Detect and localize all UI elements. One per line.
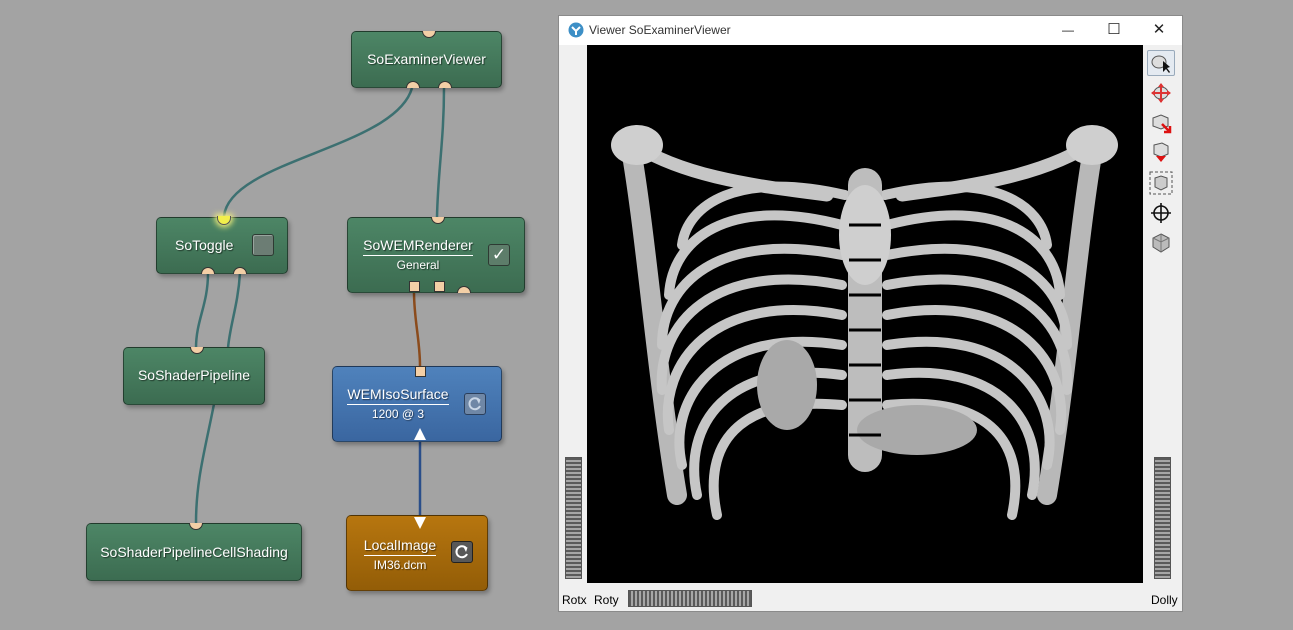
pick-mode-button[interactable] (1147, 50, 1175, 76)
module-so-examiner-viewer[interactable]: SoExaminerViewer (351, 31, 502, 88)
module-wem-iso-surface[interactable]: WEMIsoSurface 1200 @ 3 (332, 366, 502, 442)
rib-cage-rendering (611, 125, 1118, 520)
module-title: SoExaminerViewer (367, 51, 486, 67)
pick-mode-icon (1151, 55, 1170, 73)
module-so-shader-pipeline[interactable]: SoShaderPipeline (123, 347, 265, 405)
roty-label: Roty (594, 593, 619, 607)
input-port-arrow[interactable] (414, 517, 426, 529)
window-titlebar[interactable]: Viewer SoExaminerViewer — ☐ ✕ (559, 16, 1182, 45)
dolly-label: Dolly (1151, 593, 1178, 607)
view-all-button[interactable] (1147, 170, 1175, 196)
maximize-button[interactable]: ☐ (1099, 20, 1129, 40)
close-button[interactable]: ✕ (1144, 20, 1174, 40)
module-local-image[interactable]: LocalImage IM36.dcm (346, 515, 488, 591)
update-button[interactable] (464, 393, 486, 415)
input-port[interactable] (431, 217, 445, 224)
module-title: SoShaderPipeline (137, 367, 251, 383)
dolly-wheel[interactable] (1154, 457, 1171, 579)
input-port[interactable] (190, 347, 204, 354)
output-port[interactable] (409, 281, 420, 292)
reload-button[interactable] (451, 541, 473, 563)
viewer-window: Viewer SoExaminerViewer — ☐ ✕ Rotx Roty … (558, 15, 1183, 612)
set-home-icon (1153, 142, 1169, 162)
output-port[interactable] (233, 267, 247, 274)
window-title: Viewer SoExaminerViewer (589, 23, 731, 37)
sternum (839, 185, 891, 285)
rotx-label: Rotx (562, 593, 587, 607)
refresh-icon (468, 397, 481, 411)
input-port[interactable] (189, 523, 203, 530)
minimize-button[interactable]: — (1053, 20, 1083, 40)
connection-toggle-to-viewer (222, 87, 414, 217)
module-title: SoToggle (175, 237, 234, 253)
view-all-icon (1149, 171, 1173, 195)
output-port[interactable] (406, 81, 420, 88)
rotx-wheel[interactable] (565, 457, 582, 579)
input-port[interactable] (422, 31, 436, 38)
roty-wheel[interactable] (628, 590, 752, 607)
app-icon (568, 22, 584, 38)
seek-button[interactable] (1147, 200, 1175, 226)
connection-pipeline-to-toggle-2 (226, 272, 242, 349)
output-port[interactable] (457, 286, 471, 293)
active-input-port[interactable] (217, 216, 231, 225)
enable-checkbox[interactable]: ✓ (488, 244, 510, 266)
home-button[interactable] (1147, 110, 1175, 136)
refresh-icon (455, 545, 468, 559)
module-so-toggle[interactable]: SoToggle (156, 216, 288, 274)
perspective-camera-button[interactable] (1147, 230, 1175, 256)
toggle-checkbox[interactable] (252, 234, 274, 256)
render-viewport[interactable] (587, 45, 1143, 583)
module-so-wem-renderer[interactable]: SoWEMRenderer General ✓ (347, 217, 525, 293)
set-home-button[interactable] (1147, 140, 1175, 166)
connection-renderer-to-viewer (435, 87, 446, 218)
module-title: SoWEMRenderer (363, 237, 473, 256)
module-subtitle: General (396, 258, 440, 272)
output-port[interactable] (434, 281, 445, 292)
output-port[interactable] (201, 267, 215, 274)
module-title: LocalImage (363, 537, 437, 556)
module-title: WEMIsoSurface (347, 386, 449, 405)
module-subtitle: IM36.dcm (373, 558, 427, 572)
perspective-camera-icon (1152, 233, 1170, 253)
connection-pipeline-to-toggle-1 (194, 272, 210, 349)
module-subtitle: 1200 @ 3 (371, 407, 425, 421)
viewer-content: Rotx Roty Dolly (559, 45, 1182, 611)
seek-icon (1151, 203, 1171, 223)
viewer-toolbar (1145, 50, 1177, 260)
view-mode-button[interactable] (1147, 80, 1175, 106)
output-port-arrow[interactable] (414, 428, 426, 440)
connection-iso-to-renderer (412, 291, 422, 367)
module-so-shader-pipeline-cell-shading[interactable]: SoShaderPipelineCellShading (86, 523, 302, 581)
input-port[interactable] (415, 366, 426, 377)
output-port[interactable] (438, 81, 452, 88)
home-icon (1152, 114, 1172, 134)
module-title: SoShaderPipelineCellShading (100, 544, 288, 560)
view-mode-icon (1151, 83, 1171, 103)
connection-cellshading-to-pipeline (194, 403, 216, 524)
